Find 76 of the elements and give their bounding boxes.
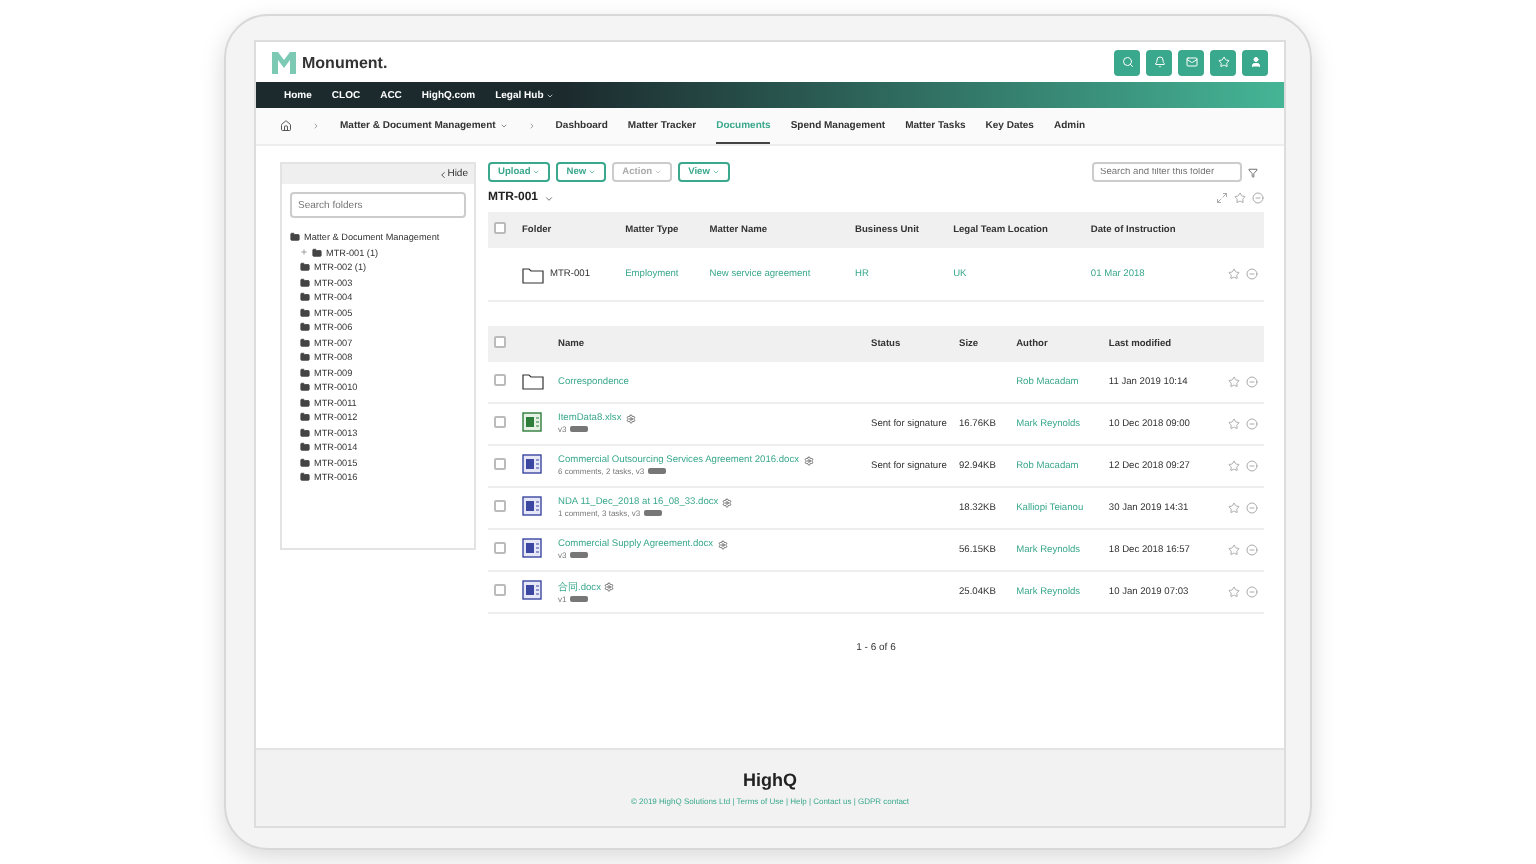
tag-marker <box>570 426 589 432</box>
folder-icon <box>300 292 310 303</box>
home-icon[interactable] <box>280 120 292 132</box>
star-icon[interactable] <box>1228 376 1240 388</box>
tag-marker <box>644 510 663 516</box>
document-file-icon <box>522 454 542 474</box>
folder-icon <box>300 457 310 468</box>
expand-icon[interactable] <box>300 248 308 257</box>
favorites-button[interactable] <box>1210 49 1236 75</box>
folder-icon <box>300 262 310 273</box>
checkbox[interactable] <box>494 374 506 386</box>
remove-icon[interactable] <box>1246 268 1258 280</box>
settings-icon[interactable] <box>803 456 814 466</box>
caret-icon[interactable] <box>544 193 555 203</box>
folder-icon <box>300 367 310 378</box>
folder-icon <box>300 322 310 333</box>
star-icon <box>1217 56 1229 68</box>
checkbox[interactable] <box>494 500 506 512</box>
folder-icon <box>300 307 310 318</box>
star-icon[interactable] <box>1228 586 1240 598</box>
remove-icon[interactable] <box>1246 586 1258 598</box>
mail-button[interactable] <box>1178 49 1204 75</box>
document-file-icon <box>522 580 542 600</box>
settings-icon[interactable] <box>604 582 615 592</box>
star-icon[interactable] <box>1234 192 1246 204</box>
checkbox[interactable] <box>494 542 506 554</box>
footer-logo: HighQ <box>743 770 797 790</box>
settings-icon[interactable] <box>625 414 636 424</box>
checkbox[interactable] <box>494 584 506 596</box>
star-icon[interactable] <box>1228 268 1240 280</box>
folder-icon <box>300 472 310 483</box>
checkbox[interactable] <box>494 458 506 470</box>
star-icon[interactable] <box>1228 502 1240 514</box>
spreadsheet-file-icon <box>522 412 542 432</box>
remove-icon[interactable] <box>1246 502 1258 514</box>
folder-icon <box>300 337 310 348</box>
folder-icon <box>312 247 322 258</box>
logo-icon <box>272 51 296 73</box>
folder-icon <box>300 427 310 438</box>
folder-icon <box>522 265 544 283</box>
document-file-icon <box>522 496 542 516</box>
settings-icon[interactable] <box>722 498 733 508</box>
notifications-button[interactable] <box>1146 49 1172 75</box>
folder-icon <box>290 232 300 243</box>
star-icon[interactable] <box>1228 418 1240 430</box>
remove-icon[interactable] <box>1246 460 1258 472</box>
settings-icon[interactable] <box>717 540 728 550</box>
folder-icon <box>300 412 310 423</box>
remove-icon[interactable] <box>1252 192 1264 204</box>
checkbox[interactable] <box>494 222 506 234</box>
remove-icon[interactable] <box>1246 544 1258 556</box>
filter-icon[interactable] <box>1248 167 1258 177</box>
folder-icon <box>300 277 310 288</box>
folder-icon <box>300 352 310 363</box>
star-icon[interactable] <box>1228 544 1240 556</box>
logo-text: Monument. <box>302 53 388 71</box>
folder-icon <box>522 371 544 389</box>
checkbox[interactable] <box>494 416 506 428</box>
envelope-icon <box>1185 56 1197 68</box>
user-icon <box>1249 56 1261 68</box>
chevron-icon <box>437 169 448 179</box>
tag-marker <box>570 552 589 558</box>
folder-icon <box>300 397 310 408</box>
document-file-icon <box>522 538 542 558</box>
remove-icon[interactable] <box>1246 418 1258 430</box>
star-icon[interactable] <box>1228 460 1240 472</box>
bell-icon <box>1153 56 1165 68</box>
profile-button[interactable] <box>1242 49 1268 75</box>
remove-icon[interactable] <box>1246 376 1258 388</box>
search-icon <box>1121 56 1133 68</box>
folder-icon <box>300 382 310 393</box>
tag-marker <box>648 468 667 474</box>
tag-marker <box>570 596 589 602</box>
folder-icon <box>300 442 310 453</box>
checkbox[interactable] <box>494 336 506 348</box>
search-button[interactable] <box>1114 49 1140 75</box>
